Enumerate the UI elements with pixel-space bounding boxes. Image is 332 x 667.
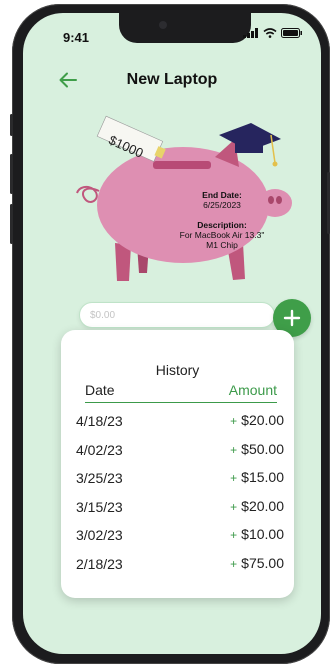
date-column-header: Date — [85, 382, 115, 398]
piggy-bank-illustration: $1000 End Date: 6/25/2023 Description: F… — [63, 105, 303, 295]
row-amount: $10.00 — [241, 526, 284, 542]
plus-sign: + — [230, 528, 238, 542]
end-date-label: End Date: — [202, 190, 242, 200]
status-icons — [243, 28, 303, 38]
plus-sign: + — [230, 414, 238, 428]
history-row: 3/15/23 + $20.00 — [61, 494, 294, 523]
row-date: 4/02/23 — [76, 441, 123, 458]
row-amount-cell: + $20.00 — [230, 498, 284, 514]
battery-icon — [281, 28, 302, 38]
row-amount-cell: + $20.00 — [230, 412, 284, 428]
row-amount: $20.00 — [241, 412, 284, 428]
row-date: 2/18/23 — [76, 555, 123, 572]
volume-down-button — [10, 204, 13, 244]
plus-sign: + — [230, 471, 238, 485]
row-amount: $50.00 — [241, 440, 284, 457]
row-amount-cell: + $50.00 — [230, 441, 284, 457]
page-title: New Laptop — [126, 71, 218, 88]
history-title: History — [155, 362, 200, 378]
row-amount: $20.00 — [241, 497, 284, 514]
end-date-block: End Date: 6/25/2023 — [161, 190, 283, 210]
plus-sign: + — [230, 442, 238, 457]
row-date: 3/15/23 — [76, 498, 123, 515]
amount-input[interactable] — [79, 302, 275, 328]
power-button — [327, 172, 330, 234]
amount-column-header: Amount — [228, 382, 277, 398]
plus-sign: + — [230, 499, 238, 514]
row-amount: $15.00 — [241, 469, 284, 485]
row-date: 3/02/23 — [76, 527, 123, 543]
status-time: 9:41 — [63, 30, 90, 45]
header-divider — [85, 402, 277, 403]
row-amount-cell: + $15.00 — [230, 469, 284, 485]
row-amount-cell: + $75.00 — [230, 555, 284, 571]
history-row: 3/25/23 + $15.00 — [61, 465, 294, 494]
description-line-2: M1 Chip — [206, 240, 238, 250]
volume-up-button — [10, 154, 13, 194]
plus-sign: + — [230, 556, 238, 571]
row-amount-cell: + $10.00 — [230, 526, 284, 542]
wifi-icon — [263, 28, 277, 38]
row-amount: $75.00 — [241, 554, 284, 571]
end-date-value: 6/25/2023 — [203, 200, 241, 210]
mute-switch — [10, 114, 13, 136]
front-camera — [159, 21, 167, 29]
notch — [119, 13, 251, 43]
history-list: 4/18/23 + $20.00 4/02/23 + $50.00 3/25/23 … — [61, 408, 294, 579]
description-label: Description: — [197, 220, 247, 230]
app-screen: 9:41 New Laptop $1000 End Date: 6/25/202… — [23, 13, 321, 654]
history-row: 4/02/23 + $50.00 — [61, 437, 294, 466]
plus-icon — [283, 309, 301, 327]
history-row: 2/18/23 + $75.00 — [61, 551, 294, 580]
row-date: 3/25/23 — [76, 470, 123, 486]
history-card: History Date Amount 4/18/23 + $20.00 4/02… — [61, 330, 294, 598]
history-row: 4/18/23 + $20.00 — [61, 408, 294, 437]
header: New Laptop — [23, 65, 321, 95]
row-date: 4/18/23 — [76, 413, 123, 429]
description-block: Description: For MacBook Air 13.3" M1 Ch… — [161, 220, 283, 250]
signal-icon — [243, 28, 258, 38]
history-row: 3/02/23 + $10.00 — [61, 522, 294, 551]
description-line-1: For MacBook Air 13.3" — [179, 230, 265, 240]
